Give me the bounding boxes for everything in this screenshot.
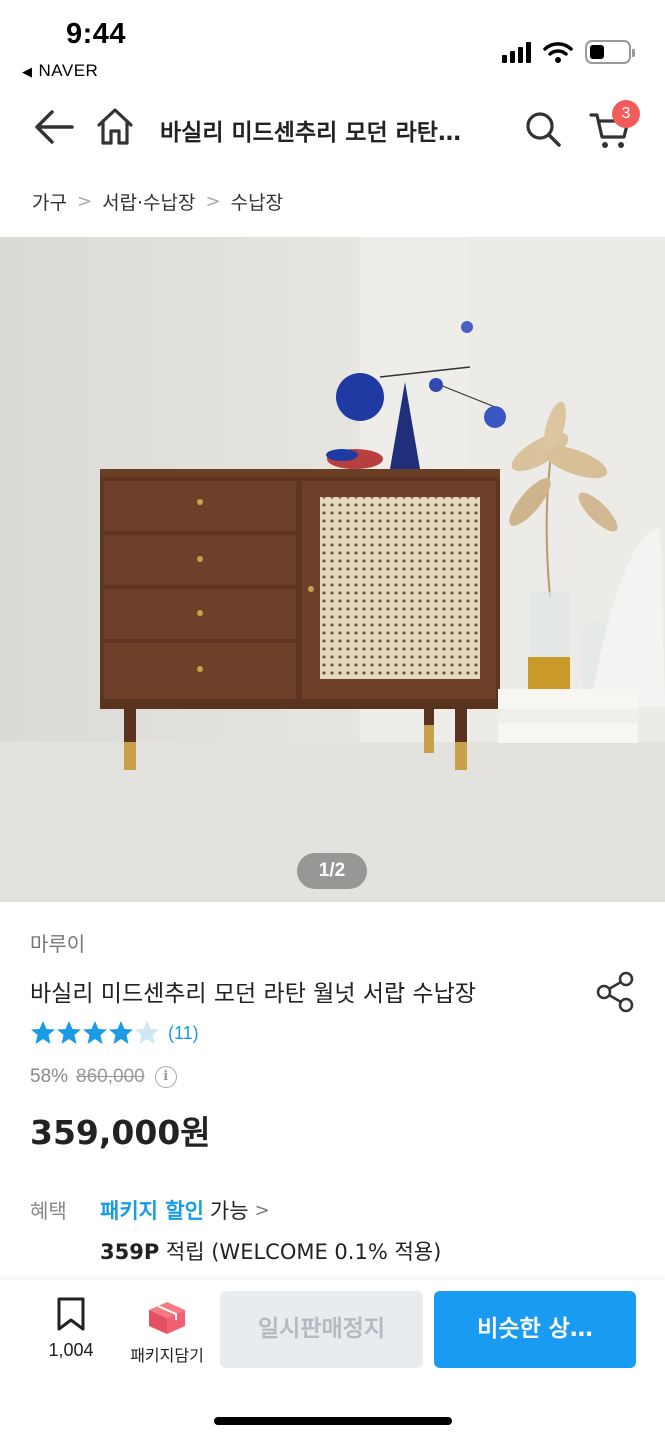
page-title: 바실리 미드센추리 모던 라탄… — [160, 120, 461, 146]
package-discount-text: 패키지 할인 — [100, 1199, 204, 1223]
battery-icon — [585, 40, 635, 64]
breadcrumb-item-drawers[interactable]: 서랍·수납장 — [102, 188, 195, 215]
package-available-text: 가능 — [209, 1199, 249, 1223]
soldout-button: 일시판매정지 — [220, 1291, 423, 1368]
seller-name[interactable]: 마루이 — [30, 928, 85, 957]
bookmark-icon — [57, 1297, 85, 1331]
wishlist-count: 1,004 — [48, 1340, 94, 1360]
home-indicator[interactable] — [214, 1417, 452, 1425]
original-price: 860,000 — [76, 1066, 145, 1087]
rating-row[interactable]: (11) — [30, 1020, 199, 1046]
wishlist-button[interactable]: 1,004 — [38, 1296, 104, 1361]
product-name: 바실리 미드센추리 모던 라탄 월넛 서랍 수납장 — [30, 981, 476, 1007]
price-info-row: 58% 860,000 i — [30, 1066, 177, 1088]
star-rating — [30, 1020, 160, 1046]
review-count[interactable]: (11) — [168, 1023, 199, 1044]
points-info: 359P 적립 (WELCOME 0.1% 적용) — [100, 1236, 441, 1266]
status-icons — [502, 40, 635, 64]
package-cart-label: 패키지담기 — [130, 1346, 204, 1365]
package-cart-button[interactable]: 패키지담기 — [120, 1296, 214, 1366]
benefit-label: 혜택 — [30, 1199, 67, 1223]
cellular-signal-icon — [502, 41, 531, 63]
package-box-icon — [149, 1302, 185, 1334]
back-to-app-link[interactable]: ◀ NAVER — [22, 61, 98, 81]
points-text: 적립 (WELCOME 0.1% 적용) — [165, 1240, 442, 1264]
share-icon[interactable] — [595, 970, 637, 1014]
chevron-right-icon: > — [205, 191, 221, 212]
breadcrumb: 가구 > 서랍·수납장 > 수납장 — [32, 188, 283, 215]
back-triangle-icon: ◀ — [22, 64, 33, 79]
star-icons — [31, 1021, 159, 1044]
similar-products-button[interactable]: 비슷한 상… — [434, 1291, 636, 1368]
info-icon[interactable]: i — [154, 1066, 177, 1088]
search-icon[interactable] — [524, 109, 562, 149]
status-bar: 9:44 ◀ NAVER — [0, 0, 665, 90]
top-navigation: 바실리 미드센추리 모던 라탄… — [0, 95, 665, 165]
bottom-action-bar: 1,004 패키지담기 일시판매정지 비슷한 상… — [0, 1280, 665, 1440]
sale-price: 359,000원 — [30, 1113, 211, 1152]
wifi-icon — [543, 42, 573, 63]
breadcrumb-item-storage[interactable]: 수납장 — [231, 188, 283, 215]
product-image[interactable] — [0, 237, 665, 902]
points-amount: 359P — [100, 1240, 160, 1264]
back-app-label: NAVER — [38, 61, 99, 80]
status-time: 9:44 — [66, 18, 127, 50]
discount-rate: 58% — [30, 1066, 69, 1087]
breadcrumb-item-furniture[interactable]: 가구 — [32, 188, 67, 215]
chevron-right-icon: > — [76, 191, 93, 212]
package-discount-link[interactable]: 패키지 할인 가능 > — [100, 1195, 270, 1225]
product-photo-illustration — [0, 237, 665, 902]
home-icon[interactable] — [95, 105, 135, 147]
cart-count-badge: 3 — [612, 100, 640, 128]
image-counter: 1/2 — [297, 853, 367, 889]
back-arrow-icon[interactable] — [32, 107, 76, 147]
chevron-right-icon: > — [254, 1199, 270, 1221]
